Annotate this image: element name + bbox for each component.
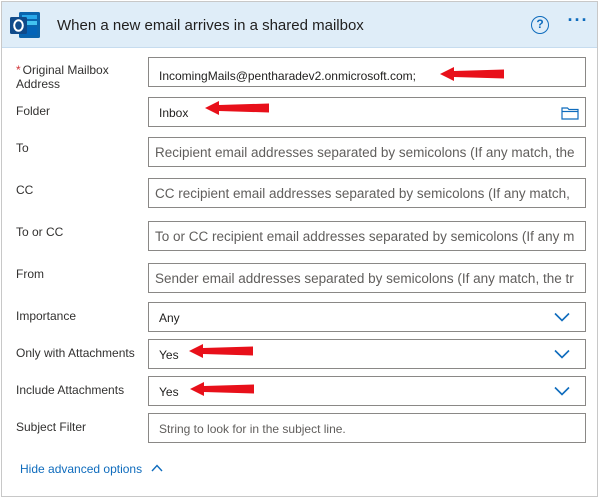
subject-filter-placeholder: String to look for in the subject line. [159,422,346,436]
to-or-cc-placeholder: To or CC recipient email addresses separ… [155,229,575,244]
include-attachments-label: Include Attachments [16,383,125,397]
hide-advanced-options-label: Hide advanced options [20,462,143,476]
card-title: When a new email arrives in a shared mai… [57,17,364,34]
subject-filter-field[interactable]: String to look for in the subject line. [148,413,586,443]
help-button[interactable]: ? [531,16,549,34]
card-header[interactable]: When a new email arrives in a shared mai… [2,2,597,48]
folder-value: Inbox [159,106,189,120]
importance-label: Importance [16,309,77,323]
to-or-cc-label: To or CC [16,225,64,239]
to-field[interactable]: Recipient email addresses separated by s… [148,137,586,167]
original-mailbox-value: IncomingMails@pentharadev2.onmicrosoft.c… [159,69,416,83]
annotation-arrow-icon [190,382,254,396]
chevron-down-icon [554,349,570,359]
chevron-down-icon [554,386,570,396]
annotation-arrow-icon [440,67,504,81]
annotation-arrow-icon [189,344,253,358]
from-label: From [16,267,44,281]
only-with-attachments-label: Only with Attachments [16,346,135,360]
from-field[interactable]: Sender email addresses separated by semi… [148,263,586,293]
chevron-down-icon [554,312,570,322]
subject-filter-label: Subject Filter [16,420,87,434]
importance-value: Any [159,311,180,325]
to-placeholder: Recipient email addresses separated by s… [155,145,575,160]
trigger-card: When a new email arrives in a shared mai… [1,1,598,497]
chevron-up-icon [151,464,163,472]
folder-label: Folder [16,104,51,118]
folder-icon[interactable] [561,106,579,120]
cc-label: CC [16,183,34,197]
hide-advanced-options-link[interactable]: Hide advanced options [20,462,163,476]
required-marker: * [16,63,21,77]
to-or-cc-field[interactable]: To or CC recipient email addresses separ… [148,221,586,251]
importance-dropdown[interactable]: Any [148,302,586,332]
original-mailbox-field[interactable]: IncomingMails@pentharadev2.onmicrosoft.c… [148,57,586,87]
cc-field[interactable]: CC recipient email addresses separated b… [148,178,586,208]
only-with-attachments-value: Yes [159,348,179,362]
original-mailbox-label: * Original Mailbox Address [16,63,109,91]
more-options-button[interactable]: ··· [566,11,590,33]
include-attachments-value: Yes [159,385,179,399]
from-placeholder: Sender email addresses separated by semi… [155,271,574,286]
cc-placeholder: CC recipient email addresses separated b… [155,186,570,201]
outlook-icon [10,12,40,38]
annotation-arrow-icon [205,101,269,115]
to-label: To [16,141,29,155]
